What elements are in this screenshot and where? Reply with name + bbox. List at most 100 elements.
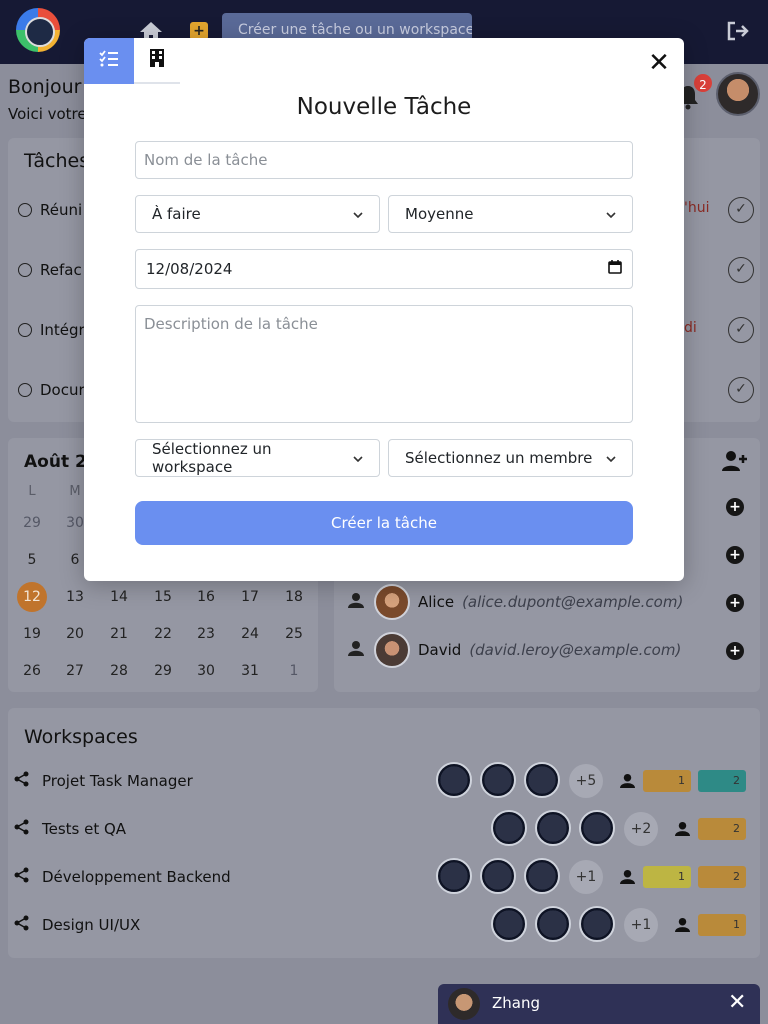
tab-workspace[interactable] — [134, 38, 180, 84]
member-select[interactable]: Sélectionnez un membre — [388, 439, 633, 477]
workspace-member-avatar — [480, 858, 516, 894]
building-icon — [150, 49, 164, 71]
workspace-item[interactable]: Design UI/UX — [14, 915, 140, 935]
task-radio[interactable] — [18, 383, 32, 397]
user-avatar[interactable] — [716, 72, 760, 116]
task-radio[interactable] — [18, 323, 32, 337]
person-icon — [675, 821, 690, 840]
calendar-day[interactable]: 22 — [148, 626, 178, 642]
calendar-day-today[interactable]: 12 — [17, 582, 47, 612]
calendar-day[interactable]: 29 — [17, 515, 47, 531]
calendar-day[interactable]: 23 — [191, 626, 221, 642]
task-description-textarea[interactable]: Description de la tâche — [135, 305, 633, 423]
person-icon — [348, 640, 366, 660]
person-icon — [620, 773, 635, 792]
calendar-day[interactable]: 15 — [148, 589, 178, 605]
workspace-more-members[interactable]: +2 — [624, 812, 658, 846]
calendar-day[interactable]: 25 — [279, 626, 309, 642]
task-item[interactable]: Docur — [18, 381, 85, 399]
member-row: David (david.leroy@example.com) — [348, 632, 681, 668]
add-member-plus-icon[interactable]: + — [726, 642, 744, 660]
in-progress-badge: 1 — [698, 914, 746, 936]
share-icon — [14, 771, 32, 791]
calendar-day[interactable]: 1 — [279, 663, 309, 679]
workspace-member-avatar — [524, 762, 560, 798]
notification-badge: 2 — [692, 72, 714, 94]
task-label: Réuni — [40, 201, 83, 219]
workspace-item[interactable]: Projet Task Manager — [14, 771, 193, 791]
workspace-member-avatar — [436, 762, 472, 798]
member-row: Alice (alice.dupont@example.com) — [348, 584, 683, 620]
task-due-label: di — [684, 320, 697, 336]
chat-close-icon[interactable]: ✕ — [728, 990, 746, 1015]
calendar-day[interactable]: 17 — [235, 589, 265, 605]
complete-task-icon[interactable]: ✓ — [728, 197, 754, 223]
calendar-day[interactable]: 14 — [104, 589, 134, 605]
calendar-icon[interactable] — [608, 260, 622, 278]
task-item[interactable]: Réuni — [18, 201, 82, 219]
task-radio[interactable] — [18, 203, 32, 217]
task-radio[interactable] — [18, 263, 32, 277]
create-task-button[interactable]: Créer la tâche — [135, 501, 633, 545]
tab-task[interactable] — [84, 38, 134, 84]
calendar-day[interactable]: 24 — [235, 626, 265, 642]
workspace-member-avatar — [491, 906, 527, 942]
add-member-plus-icon[interactable]: + — [726, 546, 744, 564]
status-select[interactable]: À faire — [135, 195, 380, 233]
task-label: Intégr — [40, 321, 85, 339]
calendar-day[interactable]: 28 — [104, 663, 134, 679]
calendar-day[interactable]: 31 — [235, 663, 265, 679]
workspace-item[interactable]: Développement Backend — [14, 867, 231, 887]
workspace-name: Tests et QA — [42, 820, 127, 838]
calendar-day[interactable]: 26 — [17, 663, 47, 679]
task-label: Docur — [40, 381, 85, 399]
calendar-day[interactable]: 20 — [60, 626, 90, 642]
workspace-more-members[interactable]: +1 — [624, 908, 658, 942]
task-item[interactable]: Intégr — [18, 321, 85, 339]
workspace-more-members[interactable]: +5 — [569, 764, 603, 798]
calendar-day[interactable]: 30 — [191, 663, 221, 679]
complete-task-icon[interactable]: ✓ — [728, 377, 754, 403]
add-member-plus-icon[interactable]: + — [726, 498, 744, 516]
workspace-member-avatar — [579, 906, 615, 942]
add-member-plus-icon[interactable]: + — [726, 594, 744, 612]
calendar-day[interactable]: 5 — [17, 552, 47, 568]
workspace-name: Design UI/UX — [42, 916, 141, 934]
share-icon — [14, 915, 32, 935]
chat-bar[interactable]: Zhang ✕ — [438, 984, 760, 1024]
priority-select[interactable]: Moyenne — [388, 195, 633, 233]
logout-icon[interactable] — [726, 20, 750, 48]
member-select-value: Sélectionnez un membre — [405, 449, 593, 467]
chat-avatar — [448, 988, 480, 1020]
member-name: David — [418, 641, 462, 659]
in-progress-badge: 1 — [643, 770, 691, 792]
chevron-down-icon — [606, 208, 616, 221]
calendar-day[interactable]: 27 — [60, 663, 90, 679]
workspace-member-avatar — [480, 762, 516, 798]
workspace-member-avatar — [579, 810, 615, 846]
new-task-modal: ✕ Nouvelle Tâche Nom de la tâche À faire… — [84, 38, 684, 581]
calendar-day[interactable]: 18 — [279, 589, 309, 605]
workspace-more-members[interactable]: +1 — [569, 860, 603, 894]
calendar-day[interactable]: 21 — [104, 626, 134, 642]
workspace-member-avatar — [524, 858, 560, 894]
workspace-item[interactable]: Tests et QA — [14, 819, 126, 839]
workspace-name: Projet Task Manager — [42, 772, 193, 790]
workspace-select[interactable]: Sélectionnez un workspace — [135, 439, 380, 477]
workspace-select-value: Sélectionnez un workspace — [152, 440, 272, 476]
add-member-icon[interactable] — [722, 450, 748, 478]
calendar-day[interactable]: 13 — [60, 589, 90, 605]
calendar-day[interactable]: 19 — [17, 626, 47, 642]
due-date-input[interactable]: 12/08/2024 — [135, 249, 633, 289]
priority-select-value: Moyenne — [405, 205, 474, 223]
task-name-input[interactable]: Nom de la tâche — [135, 141, 633, 179]
modal-close-icon[interactable]: ✕ — [644, 48, 674, 78]
person-icon — [348, 592, 366, 612]
complete-task-icon[interactable]: ✓ — [728, 257, 754, 283]
task-list-icon — [99, 50, 119, 72]
calendar-day[interactable]: 29 — [148, 663, 178, 679]
calendar-day[interactable]: 16 — [191, 589, 221, 605]
task-item[interactable]: Refac — [18, 261, 82, 279]
complete-task-icon[interactable]: ✓ — [728, 317, 754, 343]
app-logo[interactable] — [16, 8, 60, 52]
